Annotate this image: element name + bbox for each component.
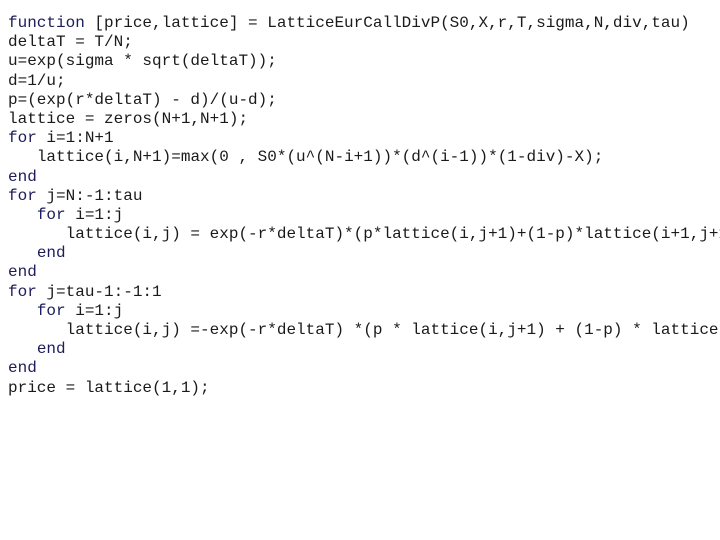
code-text: d=1/u; bbox=[8, 71, 66, 90]
code-text: lattice(i,N+1)=max(0 , S0*(u^(N-i+1))*(d… bbox=[36, 148, 604, 167]
code-text: j=tau-1:-1:1 bbox=[36, 282, 162, 301]
code-line: p=(exp(r*deltaT) - d)/(u-d); bbox=[8, 91, 720, 110]
code-keyword: end bbox=[8, 263, 37, 282]
code-line: for j=N:-1:tau bbox=[8, 187, 720, 206]
code-text: i=1:N+1 bbox=[36, 129, 114, 148]
code-keyword: for bbox=[36, 205, 66, 224]
code-keyword: end bbox=[8, 167, 37, 186]
code-line: function [price,lattice] = LatticeEurCal… bbox=[8, 14, 720, 33]
code-line: lattice(i,j) =-exp(-r*deltaT) *(p * latt… bbox=[8, 321, 720, 340]
code-listing: function [price,lattice] = LatticeEurCal… bbox=[8, 14, 720, 398]
code-text: j=N:-1:tau bbox=[36, 186, 143, 205]
code-line: lattice(i,j) = exp(-r*deltaT)*(p*lattice… bbox=[8, 225, 720, 244]
code-text: i=1:j bbox=[65, 301, 124, 320]
code-line: price = lattice(1,1); bbox=[8, 379, 720, 398]
code-keyword: end bbox=[36, 244, 66, 263]
code-line: end bbox=[8, 359, 720, 378]
code-text: u=exp(sigma * sqrt(deltaT)); bbox=[8, 52, 277, 71]
code-line: for i=1:j bbox=[8, 302, 720, 321]
code-line: deltaT = T/N; bbox=[8, 33, 720, 52]
code-text: price = lattice(1,1); bbox=[8, 378, 210, 397]
code-line: end bbox=[8, 244, 720, 263]
code-keyword: end bbox=[36, 340, 66, 359]
code-line: end bbox=[8, 340, 720, 359]
code-keyword: for bbox=[8, 282, 37, 301]
code-text: [price,lattice] = LatticeEurCallDivP(S0,… bbox=[84, 14, 690, 32]
code-line: d=1/u; bbox=[8, 72, 720, 91]
code-text: lattice(i,j) = exp(-r*deltaT)*(p*lattice… bbox=[65, 225, 720, 244]
code-text: lattice = zeros(N+1,N+1); bbox=[8, 109, 249, 128]
code-keyword: for bbox=[8, 129, 37, 148]
code-line: u=exp(sigma * sqrt(deltaT)); bbox=[8, 52, 720, 71]
code-line: end bbox=[8, 263, 720, 282]
code-keyword: end bbox=[8, 359, 37, 378]
code-text: deltaT = T/N; bbox=[8, 33, 133, 52]
code-line: end bbox=[8, 168, 720, 187]
code-text: lattice(i,j) =-exp(-r*deltaT) *(p * latt… bbox=[65, 321, 720, 339]
code-keyword: for bbox=[8, 186, 37, 205]
code-keyword: function bbox=[8, 14, 85, 32]
code-text: i=1:j bbox=[65, 205, 124, 224]
code-line: for i=1:N+1 bbox=[8, 129, 720, 148]
code-line: lattice = zeros(N+1,N+1); bbox=[8, 110, 720, 129]
code-line: for j=tau-1:-1:1 bbox=[8, 283, 720, 302]
code-line: lattice(i,N+1)=max(0 , S0*(u^(N-i+1))*(d… bbox=[8, 148, 720, 167]
code-text: p=(exp(r*deltaT) - d)/(u-d); bbox=[8, 90, 277, 109]
code-keyword: for bbox=[36, 301, 66, 320]
code-line: for i=1:j bbox=[8, 206, 720, 225]
